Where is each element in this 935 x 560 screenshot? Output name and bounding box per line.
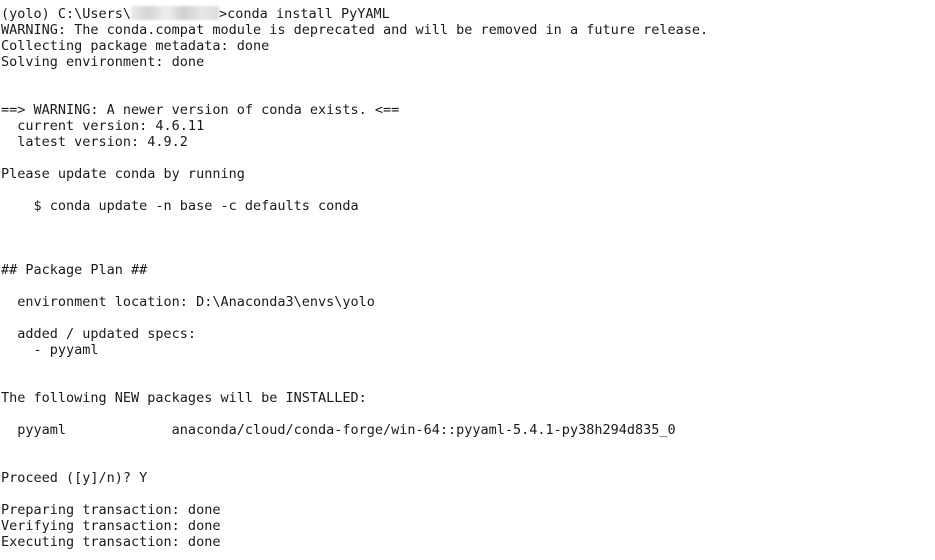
- output-line: Executing transaction: done: [1, 534, 221, 550]
- output-line: Please update conda by running: [1, 166, 245, 182]
- output-line: ==> WARNING: A newer version of conda ex…: [1, 102, 400, 118]
- prompt-path: (yolo) C:\Users\: [1, 6, 132, 22]
- output-line: pyyaml anaconda/cloud/conda-forge/win-64…: [1, 422, 676, 438]
- output-line: latest version: 4.9.2: [1, 134, 188, 150]
- output-line: - pyyaml: [1, 342, 99, 358]
- output-line: Verifying transaction: done: [1, 518, 221, 534]
- output-line: ## Package Plan ##: [1, 262, 148, 278]
- output-line: The following NEW packages will be INSTA…: [1, 390, 367, 406]
- command-text: >conda install PyYAML: [219, 6, 390, 22]
- output-line: Collecting package metadata: done: [1, 38, 270, 54]
- command-prompt-line: (yolo) C:\Users\ >conda install PyYAML: [1, 6, 935, 22]
- output-line: Preparing transaction: done: [1, 502, 221, 518]
- output-line: current version: 4.6.11: [1, 118, 205, 134]
- redacted-username: [131, 6, 220, 20]
- output-line: environment location: D:\Anaconda3\envs\…: [1, 294, 375, 310]
- output-line: Solving environment: done: [1, 54, 205, 70]
- output-line: $ conda update -n base -c defaults conda: [1, 198, 359, 214]
- output-line: Proceed ([y]/n)? Y: [1, 470, 148, 486]
- terminal-output[interactable]: (yolo) C:\Users\ >conda install PyYAML WA…: [1, 6, 935, 560]
- output-line: WARNING: The conda.compat module is depr…: [1, 22, 709, 38]
- output-line: added / updated specs:: [1, 326, 197, 342]
